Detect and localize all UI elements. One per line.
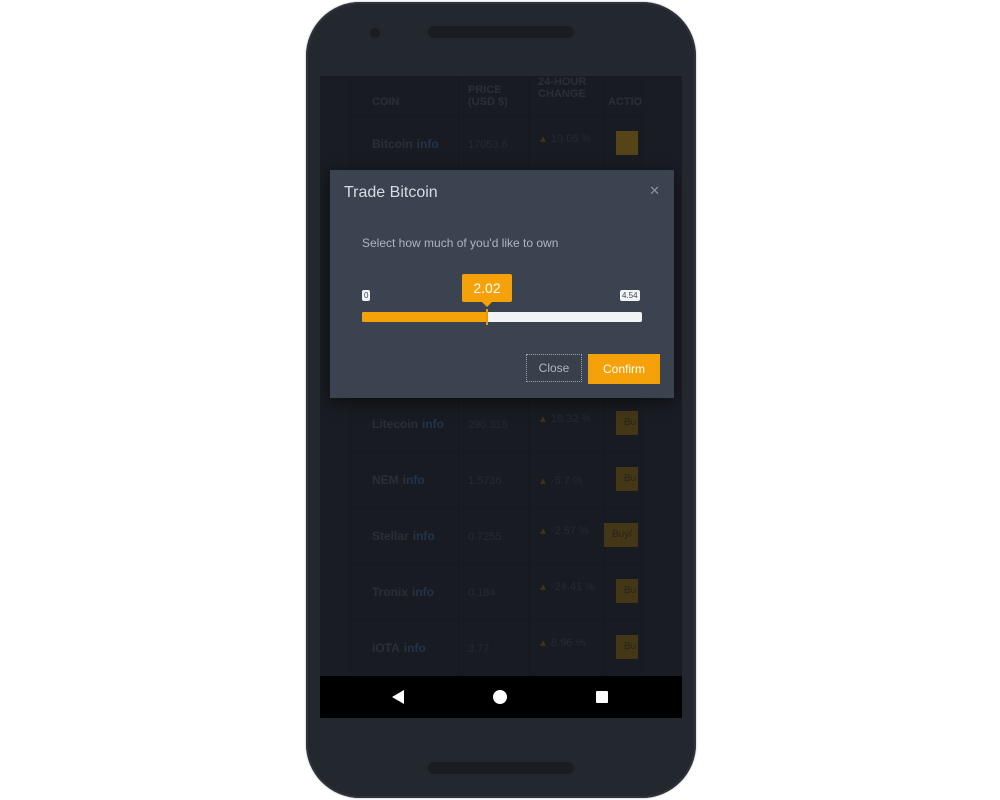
bottom-speaker — [428, 762, 574, 774]
home-icon[interactable] — [493, 690, 507, 704]
front-camera — [370, 28, 380, 38]
phone-screen: COIN PRICE (USD $) 24-HOUR CHANGE ACTIO … — [320, 76, 682, 718]
amount-slider[interactable] — [362, 309, 642, 325]
top-speaker — [428, 26, 574, 38]
slider-value-tooltip: 2.02 — [462, 274, 512, 307]
back-icon[interactable] — [392, 690, 404, 704]
close-icon[interactable]: ✕ — [649, 184, 660, 199]
slider-fill — [362, 312, 487, 322]
modal-title: Trade Bitcoin — [344, 184, 438, 201]
slider-min-label: 0 — [362, 290, 371, 301]
confirm-button[interactable]: Confirm — [588, 354, 660, 384]
close-button[interactable]: Close — [526, 354, 582, 382]
trade-modal: Trade Bitcoin ✕ Select how much of you'd… — [330, 170, 674, 398]
phone-frame: COIN PRICE (USD $) 24-HOUR CHANGE ACTIO … — [306, 2, 696, 798]
slider-handle[interactable] — [486, 309, 488, 325]
slider-max-label: 4.54 — [620, 290, 640, 301]
recent-apps-icon[interactable] — [596, 691, 608, 703]
android-nav-bar — [320, 676, 682, 718]
modal-prompt: Select how much of you'd like to own — [362, 236, 559, 250]
